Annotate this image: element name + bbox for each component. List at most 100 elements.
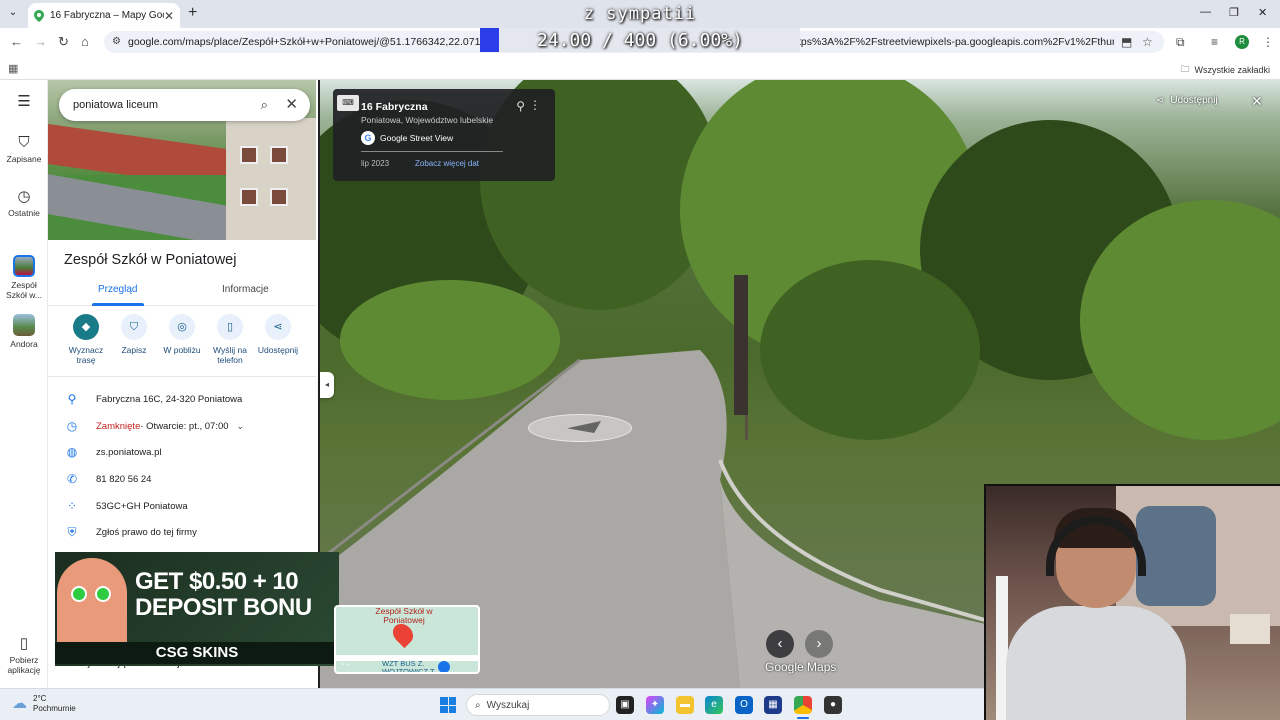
home-icon[interactable]: ⌂: [81, 34, 89, 49]
hours-row[interactable]: ◷ Zamknięte · Otwarcie: pt., 07:00 ⌄: [48, 413, 316, 439]
phone-icon: ▯: [19, 635, 29, 652]
close-street-view-icon[interactable]: ✕: [1251, 93, 1263, 110]
browser-tab[interactable]: 16 Fabryczna – Mapy Google ✕: [28, 3, 180, 28]
chevron-down-icon[interactable]: ⌄: [237, 421, 245, 432]
collapse-panel-button[interactable]: ◂: [320, 372, 334, 398]
more-options-icon[interactable]: ⋮: [529, 98, 541, 112]
chrome-icon[interactable]: [794, 696, 812, 714]
copilot-icon[interactable]: ✦: [646, 696, 664, 714]
keyboard-icon[interactable]: ⌨: [337, 95, 359, 111]
maps-left-rail: ☰ ⛉ Zapisane ◷ Ostatnie Zespół Szkół w..…: [0, 80, 48, 688]
new-tab-button[interactable]: +: [188, 4, 197, 22]
menu-button[interactable]: ☰: [0, 92, 48, 113]
address-text: Fabryczna 16C, 24-320 Poniatowa: [96, 393, 243, 405]
file-explorer-icon[interactable]: ▬: [676, 696, 694, 714]
windows-taskbar: ☁ 2°C Pochmurnie ⌕ Wyszukaj ▣ ✦ ▬ e O ▦ …: [0, 688, 984, 720]
bookmark-star-icon[interactable]: ☆: [1142, 35, 1153, 49]
reload-icon[interactable]: ↻: [58, 34, 69, 50]
obs-icon[interactable]: ●: [824, 696, 842, 714]
hamburger-icon: ☰: [17, 93, 31, 110]
mascot-eye: [71, 586, 87, 602]
taskbar-search[interactable]: ⌕ Wyszukaj: [466, 694, 610, 716]
window-close-button[interactable]: ✕: [1258, 6, 1267, 19]
clock-icon: ◷: [66, 419, 78, 433]
profile-avatar[interactable]: R: [1235, 35, 1249, 49]
directions-button[interactable]: ◆ Wyznacz trasę: [60, 314, 112, 365]
sponsor-ad-banner: GET $0.50 + 10 DEPOSIT BONU CSG SKINS: [55, 552, 339, 666]
forward-arrow-icon[interactable]: →: [34, 34, 47, 49]
previous-arrow-button[interactable]: ‹: [766, 630, 794, 658]
search-input[interactable]: poniatowa liceum ⌕ ✕: [59, 89, 310, 121]
media-icon[interactable]: ≡: [1211, 35, 1218, 49]
extensions-icon[interactable]: ⧉: [1176, 35, 1185, 50]
tab-overview[interactable]: Przegląd: [98, 284, 137, 295]
send-to-phone-button[interactable]: ▯ Wyślij na telefon: [204, 314, 256, 365]
address-row[interactable]: ⚲ Fabryczna 16C, 24-320 Poniatowa: [48, 386, 316, 412]
place-thumbnail: [13, 255, 35, 277]
minimap[interactable]: Zespół Szkół w Poniatowej WZT BUS Z. WOJ…: [334, 605, 480, 674]
website-row[interactable]: ◍ zs.poniatowa.pl: [48, 439, 316, 465]
menu-kebab-icon[interactable]: ⋮: [1262, 35, 1274, 49]
site-info-icon[interactable]: ⚙: [112, 36, 121, 47]
expand-icon[interactable]: ⛶: [342, 657, 349, 668]
clear-search-icon[interactable]: ✕: [285, 95, 298, 113]
bookmark-icon: ⛉: [18, 134, 30, 151]
tab-search-button[interactable]: ⌄: [6, 6, 20, 20]
location-pin-icon[interactable]: ⚲: [516, 99, 525, 113]
nearby-button[interactable]: ◎ W pobliżu: [156, 314, 208, 355]
active-app-indicator: [797, 717, 809, 719]
minimap-place-label: Zespół Szkół w Poniatowej: [375, 606, 433, 625]
tab-close-icon[interactable]: ✕: [164, 9, 174, 23]
store-icon[interactable]: ▦: [764, 696, 782, 714]
place-title: Zespół Szkół w Poniatowej: [64, 252, 237, 268]
bookmark-icon: ⛉: [121, 314, 147, 340]
outlook-icon[interactable]: O: [735, 696, 753, 714]
action-label: Zapisz: [121, 345, 147, 355]
directions-icon: ◆: [73, 314, 99, 340]
mascot-eye: [95, 586, 111, 602]
all-bookmarks-button[interactable]: 🗀 Wszystkie zakładki: [1180, 62, 1270, 78]
share-button[interactable]: ⋖ Udostępnij: [252, 314, 304, 355]
phone-row[interactable]: ✆ 81 820 56 24: [48, 466, 316, 492]
plus-code-row[interactable]: ⁘ 53GC+GH Poniatowa: [48, 493, 316, 519]
sv-source-label: Google Street View: [380, 133, 454, 143]
all-bookmarks-label: Wszystkie zakładki: [1194, 65, 1270, 75]
task-view-icon[interactable]: ▣: [616, 696, 634, 714]
search-icon[interactable]: ⌕: [261, 97, 268, 113]
claim-text: Zgłoś prawo do tej firmy: [96, 526, 197, 538]
webcam-overlay: [984, 484, 1280, 720]
minimize-button[interactable]: —: [1200, 6, 1211, 18]
action-label: Wyznacz trasę: [68, 345, 104, 365]
nearby-icon: ◎: [169, 314, 195, 340]
rail-item-andora[interactable]: Andora: [0, 314, 48, 349]
apps-grid-icon[interactable]: ▦: [8, 62, 18, 75]
install-app-icon[interactable]: ⬒: [1121, 35, 1132, 49]
weather-widget[interactable]: ☁ 2°C Pochmurnie: [12, 694, 76, 714]
next-arrow-button[interactable]: ›: [805, 630, 833, 658]
street-view-cursor[interactable]: [528, 414, 632, 442]
search-icon: ⌕: [475, 699, 481, 711]
restore-button[interactable]: ❐: [1229, 6, 1239, 19]
rail-item-school[interactable]: Zespół Szkół w...: [0, 255, 48, 300]
share-street-view-button[interactable]: ⋖ Udostępnij: [1156, 95, 1218, 106]
tab-about[interactable]: Informacje: [222, 284, 269, 295]
save-button[interactable]: ⛉ Zapisz: [108, 314, 160, 355]
photo-window: [240, 146, 258, 164]
rail-item-saved[interactable]: ⛉ Zapisane: [0, 134, 48, 164]
start-button[interactable]: [440, 697, 456, 713]
url-text-right: tps%3A%2F%2Fstreetviewpixels-pa.googleap…: [798, 36, 1114, 48]
sign-board: [734, 275, 748, 415]
rail-item-label: Andora: [10, 339, 38, 349]
see-more-dates-link[interactable]: Zobacz więcej dat: [415, 159, 479, 168]
back-arrow-icon[interactable]: ←: [10, 34, 23, 49]
sv-title: 16 Fabryczna: [361, 101, 428, 113]
rail-item-recent[interactable]: ◷ Ostatnie: [0, 187, 48, 218]
phone-icon: ✆: [66, 472, 78, 486]
webcam-person-body: [1006, 606, 1186, 720]
shield-check-icon: ⛨: [67, 524, 77, 539]
bookmarks-bar: ▦ 🗀 Wszystkie zakładki: [0, 56, 1280, 80]
claim-business-row[interactable]: ⛨ Zgłoś prawo do tej firmy: [48, 519, 316, 545]
edge-icon[interactable]: e: [705, 696, 723, 714]
get-app-button[interactable]: ▯ Pobierz aplikację: [0, 634, 48, 675]
bus-stop-icon: [438, 661, 450, 672]
